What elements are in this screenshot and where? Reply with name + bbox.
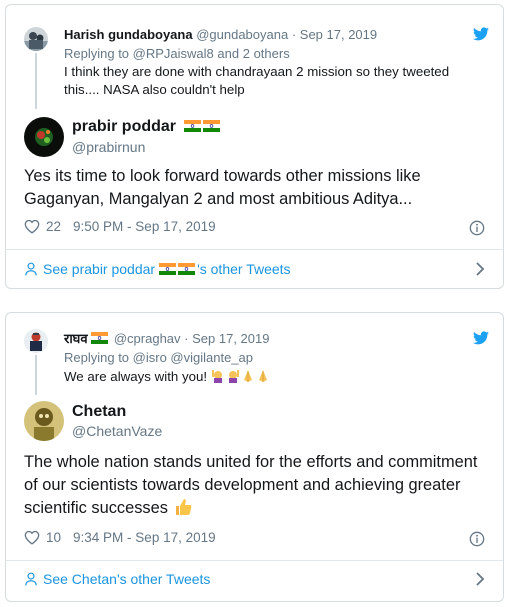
folded-hands-emoji-icon	[243, 370, 252, 382]
parent-avatar[interactable]	[24, 329, 48, 353]
embedded-tweet-card: Harish gundaboyana @gundaboyana · Sep 17…	[5, 4, 504, 289]
see-other-tweets-prefix: See prabir poddar	[43, 261, 156, 277]
author-name[interactable]: Chetan	[72, 403, 126, 421]
parent-name[interactable]: राघव	[64, 331, 88, 346]
parent-header: राघव @cpraghav · Sep 17, 2019	[64, 330, 269, 347]
tweet-body: The whole nation stands united for the e…	[24, 453, 478, 517]
author-name-row[interactable]: prabir poddar	[72, 118, 222, 136]
embedded-tweet-card: राघव @cpraghav · Sep 17, 2019 Replying t…	[5, 312, 504, 602]
author-name[interactable]: prabir poddar	[72, 118, 176, 135]
author-avatar[interactable]	[24, 117, 64, 157]
twitter-bird-icon[interactable]	[473, 331, 489, 345]
like-count[interactable]: 10	[46, 530, 61, 545]
twitter-bird-icon[interactable]	[473, 27, 489, 41]
info-icon[interactable]	[469, 531, 485, 547]
see-other-tweets-suffix: 's other Tweets	[197, 261, 291, 277]
person-icon	[25, 572, 37, 586]
parent-date[interactable]: · Sep 17, 2019	[184, 331, 269, 346]
replying-to-label: Replying to	[64, 350, 130, 365]
divider	[6, 560, 503, 561]
replying-to: Replying to @RPJaiswal8 and 2 others	[64, 45, 290, 62]
replying-to-users[interactable]: @isro @vigilante_ap	[133, 350, 253, 365]
tweet-meta: 10 9:34 PM - Sep 17, 2019	[24, 530, 216, 545]
raising-hand-emoji-icon	[228, 370, 239, 383]
tweet-timestamp[interactable]: 9:50 PM - Sep 17, 2019	[73, 219, 216, 234]
like-count[interactable]: 22	[46, 219, 61, 234]
indian-flag-icon	[203, 120, 221, 132]
parent-date[interactable]: · Sep 17, 2019	[292, 27, 377, 42]
author-avatar[interactable]	[24, 401, 64, 441]
see-other-tweets-link[interactable]: See Chetan's other Tweets	[24, 562, 485, 596]
info-icon[interactable]	[469, 220, 485, 236]
tweet-meta: 22 9:50 PM - Sep 17, 2019	[24, 219, 216, 234]
tweet-text: Yes its time to look forward towards oth…	[24, 167, 421, 208]
parent-header: Harish gundaboyana @gundaboyana · Sep 17…	[64, 26, 377, 43]
author-handle[interactable]: @ChetanVaze	[72, 423, 162, 439]
thread-line	[35, 53, 37, 109]
raising-hand-emoji-icon	[211, 370, 222, 383]
indian-flag-icon	[91, 332, 109, 344]
parent-tweet-body: We are always with you!	[64, 369, 208, 384]
parent-handle[interactable]: @gundaboyana	[196, 27, 288, 42]
indian-flag-icon	[178, 263, 196, 275]
heart-icon[interactable]	[24, 530, 40, 545]
chevron-right-icon[interactable]	[475, 572, 485, 586]
replying-to-others[interactable]: and 2 others	[217, 46, 289, 61]
parent-tweet-text: I think they are done with chandrayaan 2…	[64, 64, 450, 97]
heart-icon[interactable]	[24, 219, 40, 234]
divider	[6, 249, 503, 250]
chevron-right-icon[interactable]	[475, 262, 485, 276]
see-other-tweets-link[interactable]: See prabir poddar 's other Tweets	[24, 252, 485, 286]
folded-hands-emoji-icon	[258, 370, 267, 382]
tweet-text: The whole nation stands united for the e…	[24, 451, 485, 520]
thread-line	[35, 355, 37, 395]
replying-to-label: Replying to	[64, 46, 130, 61]
replying-to-users[interactable]: @RPJaiswal8	[133, 46, 214, 61]
see-other-tweets-label: See Chetan's other Tweets	[43, 571, 211, 587]
tweet-timestamp[interactable]: 9:34 PM - Sep 17, 2019	[73, 530, 216, 545]
parent-name[interactable]: Harish gundaboyana	[64, 27, 193, 42]
author-handle[interactable]: @prabirnun	[72, 139, 145, 155]
thumbs-up-emoji-icon	[175, 499, 191, 515]
indian-flag-icon	[184, 120, 202, 132]
replying-to: Replying to @isro @vigilante_ap	[64, 349, 253, 366]
person-icon	[25, 262, 37, 276]
parent-handle[interactable]: @cpraghav	[114, 331, 181, 346]
parent-avatar[interactable]	[24, 27, 48, 51]
parent-tweet-text: We are always with you!	[64, 368, 487, 386]
indian-flag-icon	[159, 263, 177, 275]
